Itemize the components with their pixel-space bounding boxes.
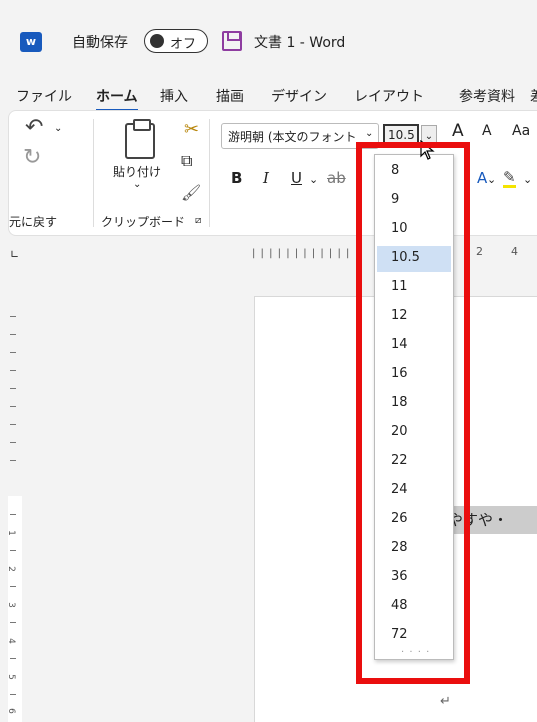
ruler-tick: [10, 424, 16, 425]
change-case-icon[interactable]: Aa: [512, 123, 530, 139]
save-icon[interactable]: [222, 31, 242, 51]
ruler-tick: [10, 316, 16, 317]
word-logo: w: [20, 32, 42, 52]
ruler-tick: [10, 514, 16, 515]
autosave-toggle[interactable]: オフ: [144, 29, 208, 53]
tab-draw[interactable]: 描画: [216, 86, 244, 106]
autosave-state: オフ: [170, 37, 197, 52]
highlight-icon[interactable]: ✎: [503, 169, 516, 188]
text-effects-dropdown-icon[interactable]: ⌄: [487, 173, 496, 186]
ruler-tick: [10, 334, 16, 335]
tab-mailings[interactable]: 差: [530, 86, 537, 106]
clipboard-group-label: クリップボード: [101, 215, 186, 229]
paste-dropdown-icon[interactable]: ⌄: [133, 179, 141, 190]
copy-icon[interactable]: ⧉: [181, 151, 192, 171]
ruler-tick: [10, 388, 16, 389]
toggle-knob: [150, 34, 164, 48]
underline-button[interactable]: U: [291, 169, 302, 187]
format-painter-icon[interactable]: 🖌: [181, 183, 201, 202]
vertical-ruler: 1 2 3 4 5 6: [0, 266, 26, 722]
ruler-tick: [10, 442, 16, 443]
tab-file[interactable]: ファイル: [16, 86, 72, 106]
tab-home[interactable]: ホーム: [96, 86, 138, 112]
tab-design[interactable]: デザイン: [271, 86, 327, 106]
title-bar: w 自動保存 オフ 文書 1 - Word: [0, 0, 537, 80]
ruler-tick: [10, 550, 16, 551]
tab-references[interactable]: 参考資料: [459, 86, 515, 106]
strikethrough-icon[interactable]: ab: [327, 169, 346, 187]
ruler-tick: [10, 406, 16, 407]
group-divider: [93, 119, 94, 227]
group-divider: [209, 119, 210, 227]
ruler-tick: [10, 586, 16, 587]
highlight-frame: [356, 142, 470, 684]
tab-stop-icon[interactable]: ∟: [10, 248, 19, 261]
undo-icon[interactable]: ↶: [25, 115, 43, 140]
ribbon-tabs: ファイル ホーム 挿入 描画 デザイン レイアウト 参考資料 差: [0, 80, 537, 112]
bold-button[interactable]: B: [231, 169, 242, 187]
ruler-tick: [10, 460, 16, 461]
ruler-number: 5: [5, 674, 16, 680]
undo-dropdown-icon[interactable]: ⌄: [54, 123, 62, 134]
italic-button[interactable]: I: [263, 169, 269, 187]
ruler-tick: [10, 352, 16, 353]
ruler-tick: [10, 694, 16, 695]
shrink-font-icon[interactable]: A: [482, 123, 492, 139]
paste-icon[interactable]: [125, 119, 155, 159]
ruler-number: 3: [5, 602, 16, 608]
tab-insert[interactable]: 挿入: [160, 86, 188, 106]
ruler-number: 4: [511, 245, 518, 258]
ruler-tick: [10, 658, 16, 659]
font-name-dropdown-icon[interactable]: ⌄: [365, 128, 374, 139]
ruler-ticks: | | | | | | | | | | | |: [252, 248, 351, 259]
text-effects-icon[interactable]: A: [477, 169, 487, 187]
highlight-dropdown-icon[interactable]: ⌄: [523, 173, 532, 186]
tab-layout[interactable]: レイアウト: [354, 86, 424, 106]
paste-button-label[interactable]: 貼り付け: [113, 163, 161, 180]
ruler-tick: [10, 370, 16, 371]
undo-group-label: 元に戻す: [9, 215, 58, 229]
ruler-number: 1: [5, 530, 16, 536]
grow-font-icon[interactable]: A: [452, 121, 464, 141]
ruler-number: 2: [5, 566, 16, 572]
redo-icon[interactable]: ↻: [23, 145, 41, 170]
ruler-number: 4: [5, 638, 16, 644]
ruler-number: 2: [476, 245, 483, 258]
cut-icon[interactable]: ✂: [184, 119, 199, 140]
underline-dropdown-icon[interactable]: ⌄: [309, 173, 318, 186]
autosave-label: 自動保存: [72, 35, 128, 51]
dialog-launcher-icon[interactable]: ⧄: [195, 215, 201, 226]
ruler-number: 6: [5, 708, 16, 714]
document-title: 文書 1 - Word: [254, 35, 346, 51]
ruler-tick: [10, 622, 16, 623]
paragraph-mark-icon: ↵: [440, 694, 451, 709]
